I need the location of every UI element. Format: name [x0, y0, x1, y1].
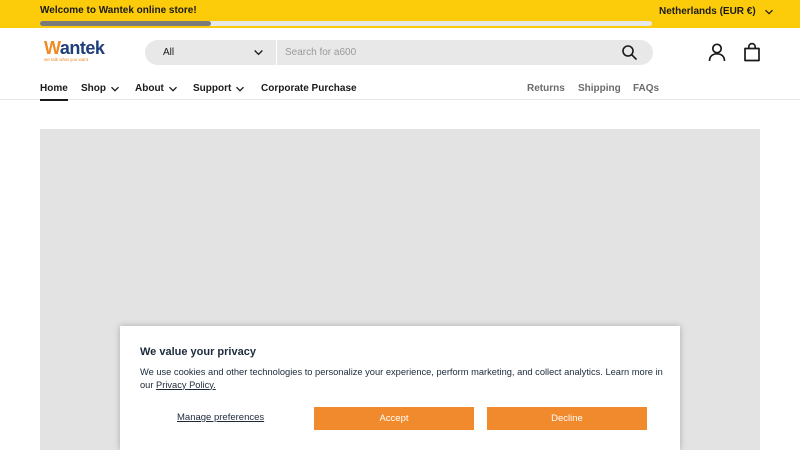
chevron-down-icon — [168, 86, 177, 92]
cookie-text: We use cookies and other technologies to… — [140, 366, 665, 391]
nav-item-home[interactable]: Home — [40, 83, 68, 101]
search-bar: All — [145, 40, 653, 65]
announcement-bar: Welcome to Wantek online store! Netherla… — [0, 0, 800, 28]
nav-item-support[interactable]: Support — [193, 83, 245, 94]
country-label: Netherlands (EUR €) — [659, 6, 756, 17]
search-category-label: All — [163, 47, 175, 58]
decline-button[interactable]: Decline — [487, 407, 647, 430]
chevron-down-icon — [236, 86, 245, 92]
chevron-down-icon — [764, 9, 773, 15]
brand-tagline: we talk what you want — [44, 57, 89, 62]
announcement-scrollbar[interactable] — [40, 21, 652, 26]
chevron-down-icon — [254, 50, 263, 56]
nav-link-returns[interactable]: Returns — [527, 83, 565, 94]
announcement-text: Welcome to Wantek online store! — [40, 5, 197, 16]
nav-link-faqs[interactable]: FAQs — [633, 83, 659, 94]
nav-item-shop[interactable]: Shop — [81, 83, 120, 94]
brand-logo[interactable]: Wantek we talk what you want — [40, 38, 105, 64]
cookie-consent-banner: We value your privacy We use cookies and… — [120, 326, 680, 450]
cookie-description: We use cookies and other technologies to… — [140, 367, 663, 390]
search-category-select[interactable]: All — [145, 40, 276, 65]
main-navigation: Home Shop About Support Corporate Purcha… — [0, 78, 800, 101]
search-divider — [276, 40, 277, 65]
account-icon[interactable] — [707, 42, 727, 62]
nav-item-corporate-purchase[interactable]: Corporate Purchase — [261, 83, 357, 94]
manage-preferences-link[interactable]: Manage preferences — [177, 412, 264, 423]
bag-icon[interactable] — [742, 42, 762, 62]
brand-wordmark: Wantek — [44, 38, 105, 58]
country-selector[interactable]: Netherlands (EUR €) — [659, 6, 774, 17]
announcement-scrollbar-thumb[interactable] — [40, 21, 212, 26]
chevron-down-icon — [111, 86, 119, 92]
search-input[interactable] — [285, 43, 605, 62]
cookie-title: We value your privacy — [140, 346, 256, 358]
privacy-policy-link[interactable]: Privacy Policy. — [156, 380, 216, 390]
nav-item-about[interactable]: About — [135, 83, 178, 94]
search-icon[interactable] — [621, 44, 638, 61]
nav-link-shipping[interactable]: Shipping — [578, 83, 621, 94]
accept-button[interactable]: Accept — [314, 407, 474, 430]
